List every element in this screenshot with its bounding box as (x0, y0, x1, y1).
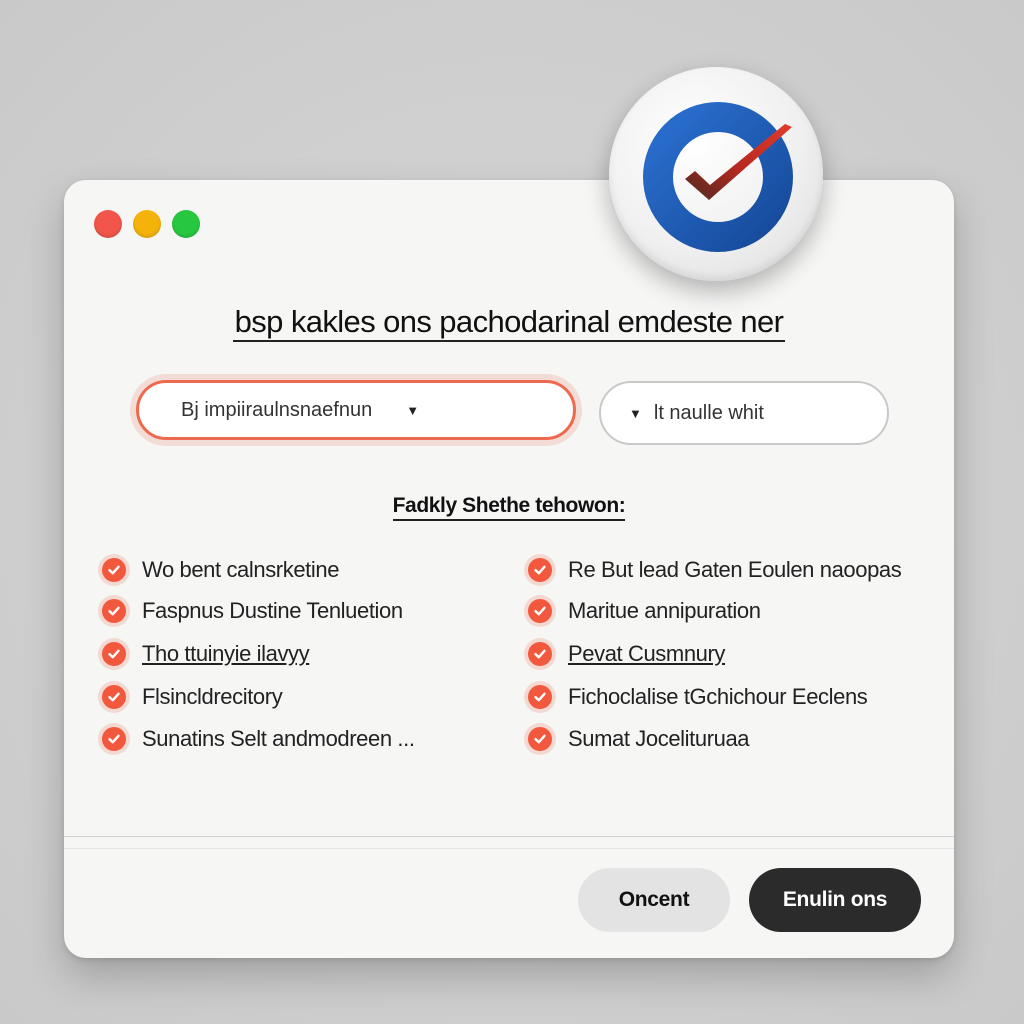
features-heading: Fadkly Shethe tehowon: (64, 494, 954, 521)
features-heading-text: Fadkly Shethe tehowon: (392, 494, 626, 521)
maximize-window-button[interactable] (172, 210, 200, 238)
feature-item: Sunatins Selt andmodreen ... (102, 726, 415, 752)
feature-label: Flsincldrecitory (142, 684, 283, 709)
feature-label: Sunatins Selt andmodreen ... (142, 726, 415, 751)
feature-item: Faspnus Dustine Tenluetion (102, 598, 403, 624)
caret-down-icon: ▼ (406, 402, 420, 418)
dialog-title-text: bsp kakles ons pachodarinal emdeste ner (232, 304, 786, 342)
primary-select-value: Bj impiiraulnsnaefnun (181, 398, 373, 421)
feature-item: Maritue annipuration (528, 598, 761, 624)
secondary-select[interactable]: ▼ lt naulle whit (599, 381, 889, 445)
desktop-background: bsp kakles ons pachodarinal emdeste ner … (0, 0, 1024, 1024)
caret-down-icon: ▼ (629, 405, 642, 421)
dialog-window: bsp kakles ons pachodarinal emdeste ner … (64, 180, 954, 958)
feature-item: Tho ttuinyie ilavyy (102, 641, 310, 667)
feature-item: Flsincldrecitory (102, 684, 283, 710)
check-circle-icon (528, 642, 552, 666)
dialog-title: bsp kakles ons pachodarinal emdeste ner (64, 304, 954, 342)
secondary-select-value: lt naulle whit (653, 401, 764, 424)
feature-label: Pevat Cusmnury (568, 641, 726, 666)
feature-item: Wo bent calnsrketine (102, 557, 339, 583)
check-circle-icon (102, 558, 126, 582)
check-circle-icon (102, 727, 126, 751)
check-circle-icon (528, 599, 552, 623)
feature-label: Tho ttuinyie ilavyy (142, 641, 310, 666)
feature-label: Maritue annipuration (568, 598, 761, 623)
close-window-button[interactable] (94, 210, 122, 238)
check-circle-icon (528, 685, 552, 709)
feature-item: Sumat Jocelituruaa (528, 726, 750, 752)
check-circle-icon (102, 685, 126, 709)
feature-item: Pevat Cusmnury (528, 641, 725, 667)
feature-label: Wo bent calnsrketine (142, 557, 340, 582)
check-circle-icon (528, 727, 552, 751)
check-circle-icon (102, 599, 126, 623)
check-circle-icon (528, 558, 552, 582)
app-icon-graphic (643, 102, 793, 252)
check-circle-icon (102, 642, 126, 666)
feature-label: Re But lead Gaten Eoulen naoopas (568, 557, 902, 582)
feature-label: Faspnus Dustine Tenluetion (142, 598, 403, 623)
confirm-button[interactable]: Enulin ons (749, 868, 921, 932)
feature-item: Fichoclalise tGchichour Eeclens (528, 684, 868, 710)
window-controls (94, 210, 200, 238)
feature-item: Re But lead Gaten Eoulen naoopas (528, 557, 902, 583)
footer-divider (64, 836, 954, 837)
feature-label: Fichoclalise tGchichour Eeclens (568, 684, 868, 709)
cancel-button[interactable]: Oncent (578, 868, 730, 932)
footer-divider (64, 848, 954, 849)
blue-ring-checkmark-icon (609, 67, 823, 281)
primary-select[interactable]: Bj impiiraulnsnaefnun ▼ (136, 380, 576, 440)
minimize-window-button[interactable] (133, 210, 161, 238)
feature-label: Sumat Jocelituruaa (568, 726, 750, 751)
